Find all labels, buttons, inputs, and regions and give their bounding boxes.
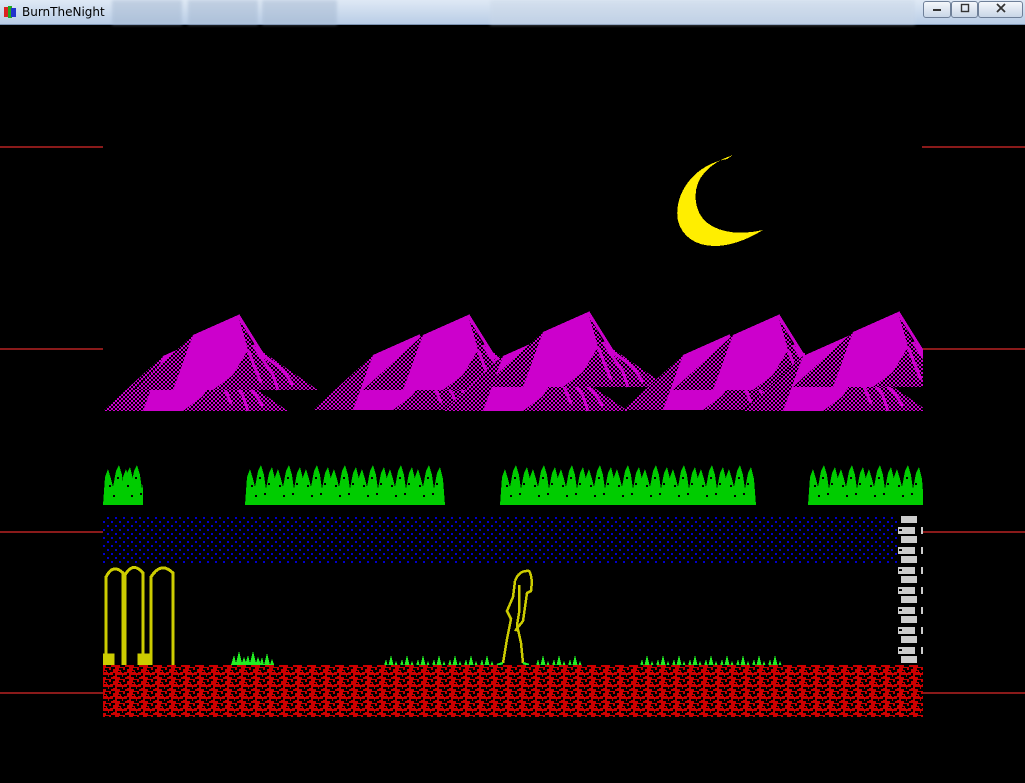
gate-pillars <box>103 566 175 667</box>
maximize-icon <box>960 3 969 13</box>
border-marker <box>0 692 103 694</box>
window-title: BurnTheNight <box>22 5 105 19</box>
stone-wall <box>898 516 923 666</box>
border-marker <box>0 348 103 350</box>
mountain-range <box>103 310 923 413</box>
moon <box>677 155 763 246</box>
river <box>103 516 898 564</box>
window-titlebar[interactable]: BurnTheNight <box>0 0 1025 25</box>
close-icon <box>995 3 1006 13</box>
border-marker <box>922 146 1025 148</box>
close-button[interactable] <box>978 1 1023 18</box>
player-character <box>496 569 533 667</box>
border-marker <box>922 531 1025 533</box>
maximize-button[interactable] <box>951 1 978 18</box>
background-taskbar-item <box>112 0 182 25</box>
app-icon <box>4 6 16 18</box>
game-screen[interactable] <box>0 25 1025 783</box>
minimize-icon <box>933 9 941 11</box>
border-marker <box>0 531 103 533</box>
hedge-row <box>103 465 923 505</box>
background-window <box>490 0 915 25</box>
border-marker <box>0 146 103 148</box>
ground-bricks <box>103 665 923 717</box>
playfield <box>103 155 923 717</box>
border-marker <box>922 348 1025 350</box>
background-taskbar-item <box>188 0 258 25</box>
border-marker <box>922 692 1025 694</box>
minimize-button[interactable] <box>923 1 951 18</box>
background-taskbar-item <box>262 0 337 25</box>
